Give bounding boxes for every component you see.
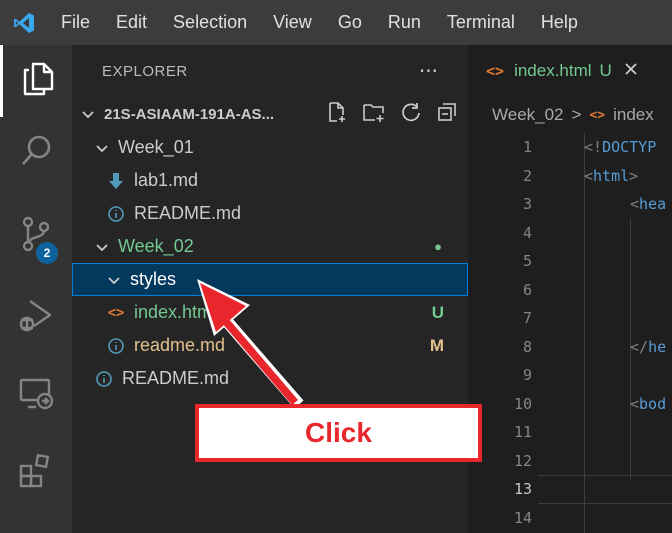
- callout-text: Click: [305, 417, 372, 448]
- click-callout: Click: [195, 404, 482, 462]
